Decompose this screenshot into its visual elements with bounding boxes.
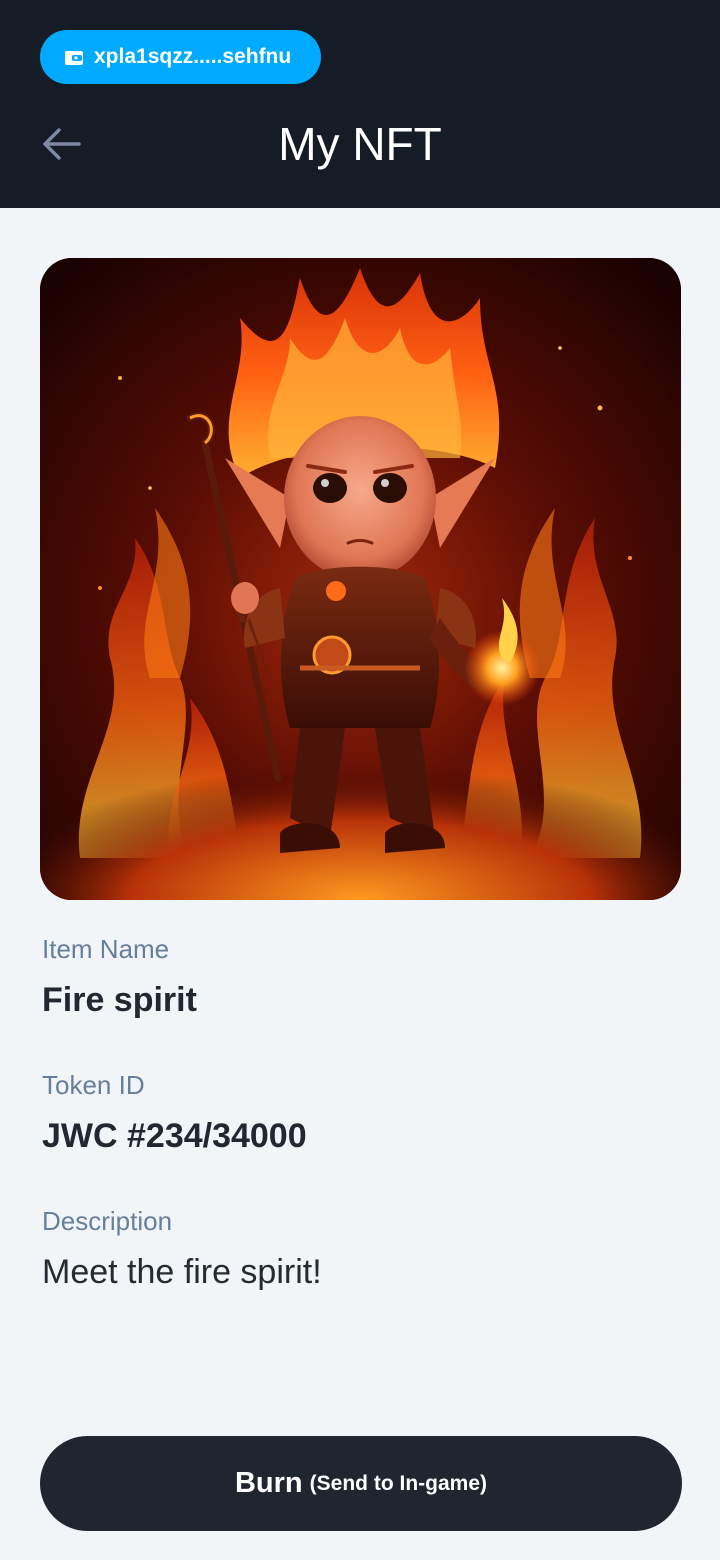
item-name-label: Item Name (42, 934, 170, 964)
burn-button-sublabel: (Send to In-game) (309, 1471, 487, 1495)
burn-button[interactable]: Burn (Send to In-game) (40, 1436, 682, 1531)
wallet-address-text: xpla1sqzz.....sehfnu (94, 45, 292, 68)
nft-image (40, 258, 681, 900)
wallet-icon (64, 49, 84, 66)
app-header: xpla1sqzz.....sehfnu My NFT (0, 0, 720, 208)
wallet-address-chip[interactable]: xpla1sqzz.....sehfnu (40, 30, 321, 84)
description-label: Description (42, 1206, 173, 1236)
token-id-value: JWC #234/34000 (42, 1117, 307, 1155)
item-name-value: Fire spirit (42, 981, 197, 1019)
burn-button-label: Burn (234, 1467, 303, 1499)
page-title: My NFT (278, 118, 442, 170)
token-id-label: Token ID (42, 1070, 145, 1100)
description-value: Meet the fire spirit! (42, 1253, 322, 1291)
